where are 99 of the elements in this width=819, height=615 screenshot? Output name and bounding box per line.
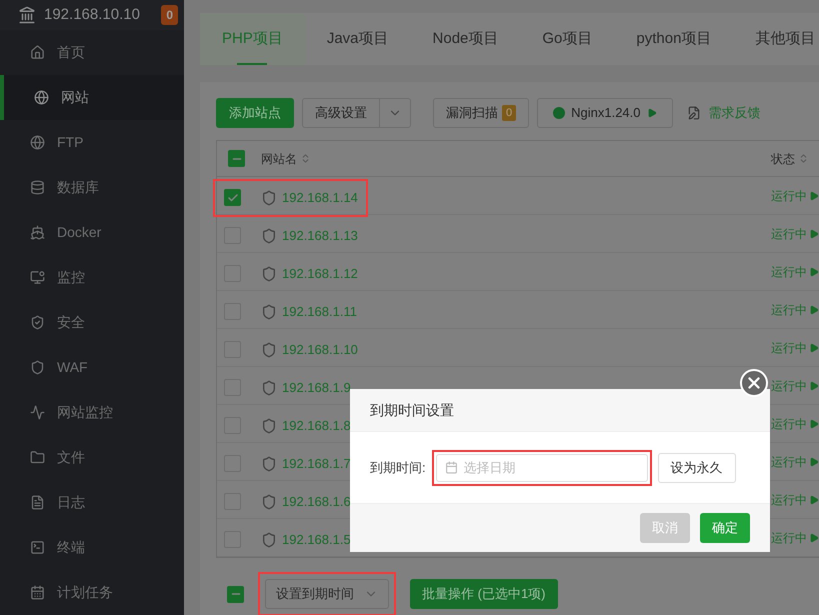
site-name-link[interactable]: 192.168.1.13 <box>282 226 358 246</box>
play-icon[interactable] <box>809 266 819 276</box>
feedback-icon <box>686 106 701 120</box>
nginx-logo-icon <box>553 107 566 119</box>
nav-item[interactable]: 监控 <box>0 255 184 300</box>
nav-item[interactable]: 首页 <box>0 30 184 75</box>
server-address: 192.168.10.10 <box>44 4 141 25</box>
action-select[interactable]: 设置到期时间 <box>265 579 389 609</box>
monitor-icon <box>30 270 45 285</box>
nav-item[interactable]: Docker <box>0 210 184 255</box>
document-icon <box>30 495 45 510</box>
status-link[interactable]: 运行中 <box>771 262 807 280</box>
play-icon[interactable] <box>809 190 819 200</box>
shield-check-icon <box>30 315 45 330</box>
waf-shield-icon <box>261 494 277 510</box>
waf-shield-icon <box>261 456 277 472</box>
nav-item[interactable]: 文件 <box>0 435 184 480</box>
waf-shield-icon <box>261 418 277 434</box>
waf-shield-icon <box>261 266 277 282</box>
notification-count[interactable]: 0 <box>161 5 178 25</box>
tab[interactable]: PHP项目 <box>200 13 305 65</box>
site-name-link[interactable]: 192.168.1.5 <box>282 530 351 550</box>
waf-shield-icon <box>261 532 277 548</box>
terminal-icon <box>30 540 45 555</box>
tab[interactable]: Java项目 <box>304 13 411 65</box>
checkbox[interactable] <box>224 189 241 206</box>
tab[interactable]: Go项目 <box>520 13 614 65</box>
sort-icon[interactable] <box>798 153 809 164</box>
calendar-icon <box>444 460 458 474</box>
site-name-link[interactable]: 192.168.1.10 <box>282 340 358 360</box>
nginx-button[interactable]: Nginx1.24.0 <box>537 98 673 128</box>
set-permanent-button[interactable]: 设为永久 <box>658 452 736 482</box>
site-name-link[interactable]: 192.168.1.11 <box>282 302 357 322</box>
site-name-link[interactable]: 192.168.1.9 <box>282 378 351 398</box>
play-icon[interactable] <box>809 494 819 504</box>
play-icon[interactable] <box>809 342 819 352</box>
nav-item[interactable]: WAF <box>0 345 184 390</box>
site-name-link[interactable]: 192.168.1.6 <box>282 492 351 512</box>
field-label: 到期时间: <box>370 458 426 477</box>
nav-item[interactable]: 数据库 <box>0 165 184 210</box>
checkbox[interactable] <box>227 586 244 602</box>
ship-icon <box>30 225 45 240</box>
waf-shield-icon <box>261 342 277 358</box>
nav-item[interactable]: 网站监控 <box>0 390 184 435</box>
waf-shield-icon <box>261 304 277 320</box>
sort-icon[interactable] <box>300 153 311 164</box>
play-icon[interactable] <box>809 380 819 390</box>
status-link[interactable]: 运行中 <box>771 224 807 242</box>
nav-item[interactable]: 终端 <box>0 525 184 570</box>
status-link[interactable]: 运行中 <box>771 376 807 394</box>
nav-item[interactable]: 安全 <box>0 300 184 345</box>
checkbox[interactable] <box>228 150 245 167</box>
play-icon[interactable] <box>809 456 819 466</box>
waf-shield-icon <box>261 380 277 396</box>
date-field[interactable]: 选择日期 <box>436 454 648 482</box>
dialog-title: 到期时间设置 <box>370 400 454 420</box>
tab[interactable]: 其他项目 <box>733 13 819 65</box>
confirm-button[interactable]: 确定 <box>700 513 750 543</box>
nav-item[interactable]: 网站 <box>0 75 184 120</box>
column-header[interactable]: 状态 <box>771 150 795 168</box>
status-link[interactable]: 运行中 <box>771 300 807 318</box>
play-icon[interactable] <box>809 418 819 428</box>
globe-icon <box>30 135 45 150</box>
status-link[interactable]: 运行中 <box>771 490 807 508</box>
site-name-link[interactable]: 192.168.1.14 <box>282 188 358 208</box>
logo-icon <box>18 6 36 24</box>
shield-icon <box>30 360 45 375</box>
column-header[interactable]: 网站名 <box>261 150 297 168</box>
site-name-link[interactable]: 192.168.1.7 <box>282 454 351 474</box>
folder-icon <box>30 450 45 465</box>
feedback-link[interactable]: 需求反馈 <box>708 103 761 123</box>
check-icon <box>226 192 238 204</box>
site-name-link[interactable]: 192.168.1.12 <box>282 264 358 284</box>
add-site-button[interactable]: 添加站点 <box>216 98 294 128</box>
play-icon[interactable] <box>809 532 819 542</box>
pulse-icon <box>30 405 45 420</box>
nav-item[interactable]: 日志 <box>0 480 184 525</box>
status-link[interactable]: 运行中 <box>771 528 807 546</box>
status-link[interactable]: 运行中 <box>771 414 807 432</box>
globe-icon <box>34 90 49 105</box>
calendar-icon <box>30 585 45 600</box>
status-link[interactable]: 运行中 <box>771 186 807 204</box>
play-icon[interactable] <box>809 228 819 238</box>
vulnerability-scan-button[interactable]: 漏洞扫描 0 <box>433 98 530 128</box>
database-icon <box>30 180 45 195</box>
play-icon <box>646 108 657 118</box>
house-icon <box>30 45 45 60</box>
status-link[interactable]: 运行中 <box>771 338 807 356</box>
tab[interactable]: python项目 <box>614 13 734 65</box>
site-name-link[interactable]: 192.168.1.8 <box>282 416 351 436</box>
advanced-settings-button[interactable]: 高级设置 <box>302 98 411 128</box>
play-icon[interactable] <box>809 304 819 314</box>
waf-shield-icon <box>261 190 277 206</box>
waf-shield-icon <box>261 228 277 244</box>
tab[interactable]: Node项目 <box>410 13 520 65</box>
nav-item[interactable]: FTP <box>0 120 184 165</box>
batch-operation-button[interactable]: 批量操作 (已选中1项) <box>410 579 558 609</box>
nav-item[interactable]: 计划任务 <box>0 570 184 615</box>
status-link[interactable]: 运行中 <box>771 452 807 470</box>
